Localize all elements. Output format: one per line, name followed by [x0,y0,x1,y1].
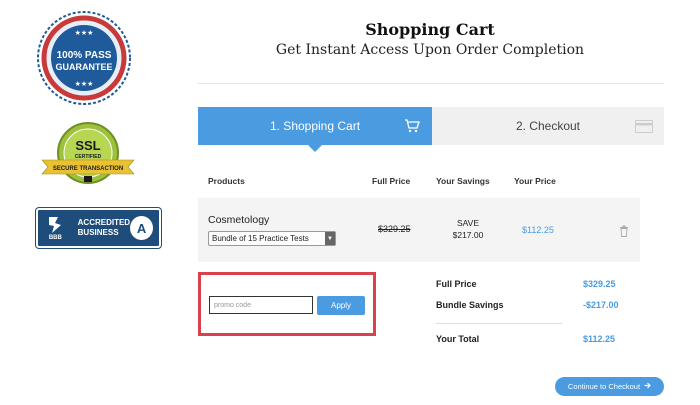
summary-total-value: $112.25 [583,334,616,344]
svg-text:★★★: ★★★ [75,80,94,88]
header-full-price: Full Price [372,176,411,186]
step-checkout[interactable]: 2. Checkout [432,107,664,145]
apply-button[interactable]: Apply [317,296,365,315]
bbb-logo-icon: BBB [41,211,70,245]
cart-icon [402,117,422,135]
bbb-rating: A [130,216,153,240]
continue-to-checkout-label: Continue to Checkout [567,382,641,391]
promo-code-section: promo code Apply [198,272,376,336]
table-row: Cosmetology Bundle of 15 Practice Tests … [198,198,640,262]
svg-text:★★★: ★★★ [75,29,94,37]
full-price-value: $329.25 [378,224,411,234]
page-title: Shopping Cart [365,20,495,39]
bbb-logo-text: BBB [48,235,62,241]
product-name: Cosmetology [208,214,270,226]
summary-full-price-value: $329.25 [583,279,616,289]
header-your-price: Your Price [514,176,556,186]
step-shopping-cart-label: 1. Shopping Cart [269,119,361,133]
summary-bundle-savings-label: Bundle Savings [436,300,504,310]
header-products: Products [208,176,245,186]
shopping-cart-page: ★★★ 100% PASS GUARANTEE ★★★ SSL CERTIFIE… [0,0,700,405]
arrow-right-icon [644,382,651,391]
summary-full-price-label: Full Price [436,279,477,289]
bbb-accredited-badge: BBB ACCREDITED BUSINESS A [36,208,161,248]
ssl-certified-text: CERTIFIED [75,154,102,160]
ssl-certified-badge: SSL CERTIFIED SECURE TRANSACTION [38,120,138,190]
promo-code-placeholder: promo code [214,301,251,309]
your-price-value: $112.25 [522,225,554,235]
credit-card-icon [634,117,654,135]
ssl-secure-text: SECURE TRANSACTION [53,166,123,172]
checkout-steps: 1. Shopping Cart 2. Checkout [198,107,664,152]
promo-code-input[interactable]: promo code [209,296,313,314]
pass-guarantee-badge: ★★★ 100% PASS GUARANTEE ★★★ [34,8,134,108]
summary-bundle-savings-value: -$217.00 [583,300,619,310]
ssl-text: SSL [75,138,100,153]
bbb-line1: ACCREDITED [77,218,131,227]
continue-to-checkout-button[interactable]: Continue to Checkout [555,377,664,396]
chevron-down-icon: ▼ [325,232,335,245]
page-subtitle: Get Instant Access Upon Order Completion [275,42,585,58]
pass-badge-line1: 100% PASS [57,50,112,61]
step-checkout-label: 2. Checkout [515,119,581,133]
save-amount: $217.00 [452,230,484,240]
summary-total-label: Your Total [436,334,480,344]
bbb-line2: BUSINESS [77,228,119,237]
summary-divider [436,323,562,324]
save-label: SAVE [456,218,480,228]
header-your-savings: Your Savings [436,176,490,186]
step-shopping-cart[interactable]: 1. Shopping Cart [198,107,432,152]
pass-badge-line2: GUARANTEE [55,62,112,72]
product-option-value: Bundle of 15 Practice Tests [212,234,309,243]
trash-icon[interactable] [619,224,629,237]
divider [198,83,664,84]
savings-value: SAVE $217.00 [438,217,498,241]
product-option-select[interactable]: Bundle of 15 Practice Tests ▼ [208,231,336,246]
